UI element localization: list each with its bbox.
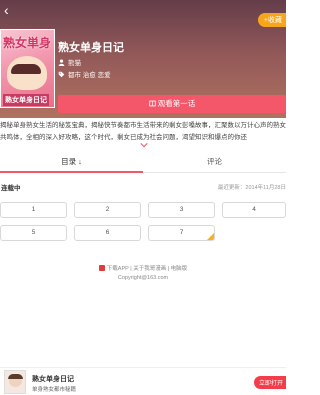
cover-title-text: 熟女単身 bbox=[3, 36, 52, 50]
bottom-comic-subtitle: 单身熟女都市秘籍 bbox=[32, 387, 77, 393]
chapter-button[interactable]: 2 bbox=[74, 202, 141, 218]
footer-links[interactable]: 下载APP | 关于我哥漫画 | 电脑版 bbox=[0, 264, 286, 272]
tags-row: 都市 治愈 恋爱 bbox=[58, 69, 111, 79]
thumb-hair bbox=[8, 374, 23, 379]
chapter-number: 7 bbox=[179, 229, 184, 236]
read-first-chapter-button[interactable]: 观看第一话 bbox=[58, 95, 286, 113]
read-button-label: 观看第一话 bbox=[157, 99, 196, 108]
book-icon bbox=[149, 100, 156, 107]
cover-subtitle-text: 熟女单身日记 bbox=[3, 94, 49, 106]
open-app-button[interactable]: 立即打开 bbox=[253, 376, 286, 389]
chapter-section-header: 连载中 最近更新：2014年11月28日 bbox=[0, 182, 286, 194]
copyright: Copyright@163.com bbox=[117, 275, 169, 281]
serial-status: 连载中 bbox=[1, 185, 21, 192]
description-text: 揭秘单身熟女生活的秘笈宝典，揭秘快节奏都市生活带来的剩女彭嗓故事，汇聚数以万计心… bbox=[0, 122, 286, 141]
chapter-button[interactable]: 1 bbox=[0, 202, 67, 218]
footer-links-text[interactable]: 下载APP | 关于我哥漫画 | 电脑版 bbox=[107, 266, 187, 272]
app-icon bbox=[98, 265, 105, 271]
last-updated: 最近更新：2014年11月28日 bbox=[217, 185, 286, 191]
app-thumbnail bbox=[4, 370, 26, 394]
tag-icon bbox=[58, 71, 65, 77]
comic-cover: 熟女単身 熟女单身日记 bbox=[0, 29, 55, 108]
comic-title: 熟女单身日记 bbox=[58, 42, 124, 54]
tab-bar: 目录 ↓ 评论 bbox=[0, 153, 286, 173]
back-icon[interactable]: ‹ bbox=[4, 3, 18, 19]
author-name: 熊猫 bbox=[68, 60, 81, 67]
author-icon bbox=[58, 58, 65, 66]
author-row: 熊猫 bbox=[58, 57, 81, 67]
chapter-button[interactable]: 5 bbox=[0, 225, 67, 241]
chapter-button[interactable]: 4 bbox=[222, 202, 286, 218]
expand-chevron-icon[interactable] bbox=[140, 142, 148, 148]
app-download-bar[interactable]: 熟女单身日记 单身熟女都市秘籍 立即打开 bbox=[0, 367, 286, 395]
chapter-button[interactable]: 3 bbox=[148, 202, 215, 218]
bottom-comic-name: 熟女单身日记 bbox=[32, 376, 74, 383]
tags-text: 都市 治愈 恋爱 bbox=[68, 72, 111, 79]
comic-description: 揭秘单身熟女生活的秘笈宝典，揭秘快节奏都市生活带来的剩女彭嗓故事，汇聚数以万计心… bbox=[0, 120, 286, 144]
tab-comments[interactable]: 评论 bbox=[143, 153, 286, 172]
cover-hair bbox=[11, 64, 41, 74]
collect-button[interactable]: +收藏 bbox=[257, 13, 286, 27]
new-corner-icon bbox=[207, 233, 214, 240]
chapter-button[interactable]: 6 bbox=[74, 225, 141, 241]
chapter-button-latest[interactable]: 7 bbox=[148, 225, 215, 241]
tab-catalog[interactable]: 目录 ↓ bbox=[0, 153, 143, 173]
